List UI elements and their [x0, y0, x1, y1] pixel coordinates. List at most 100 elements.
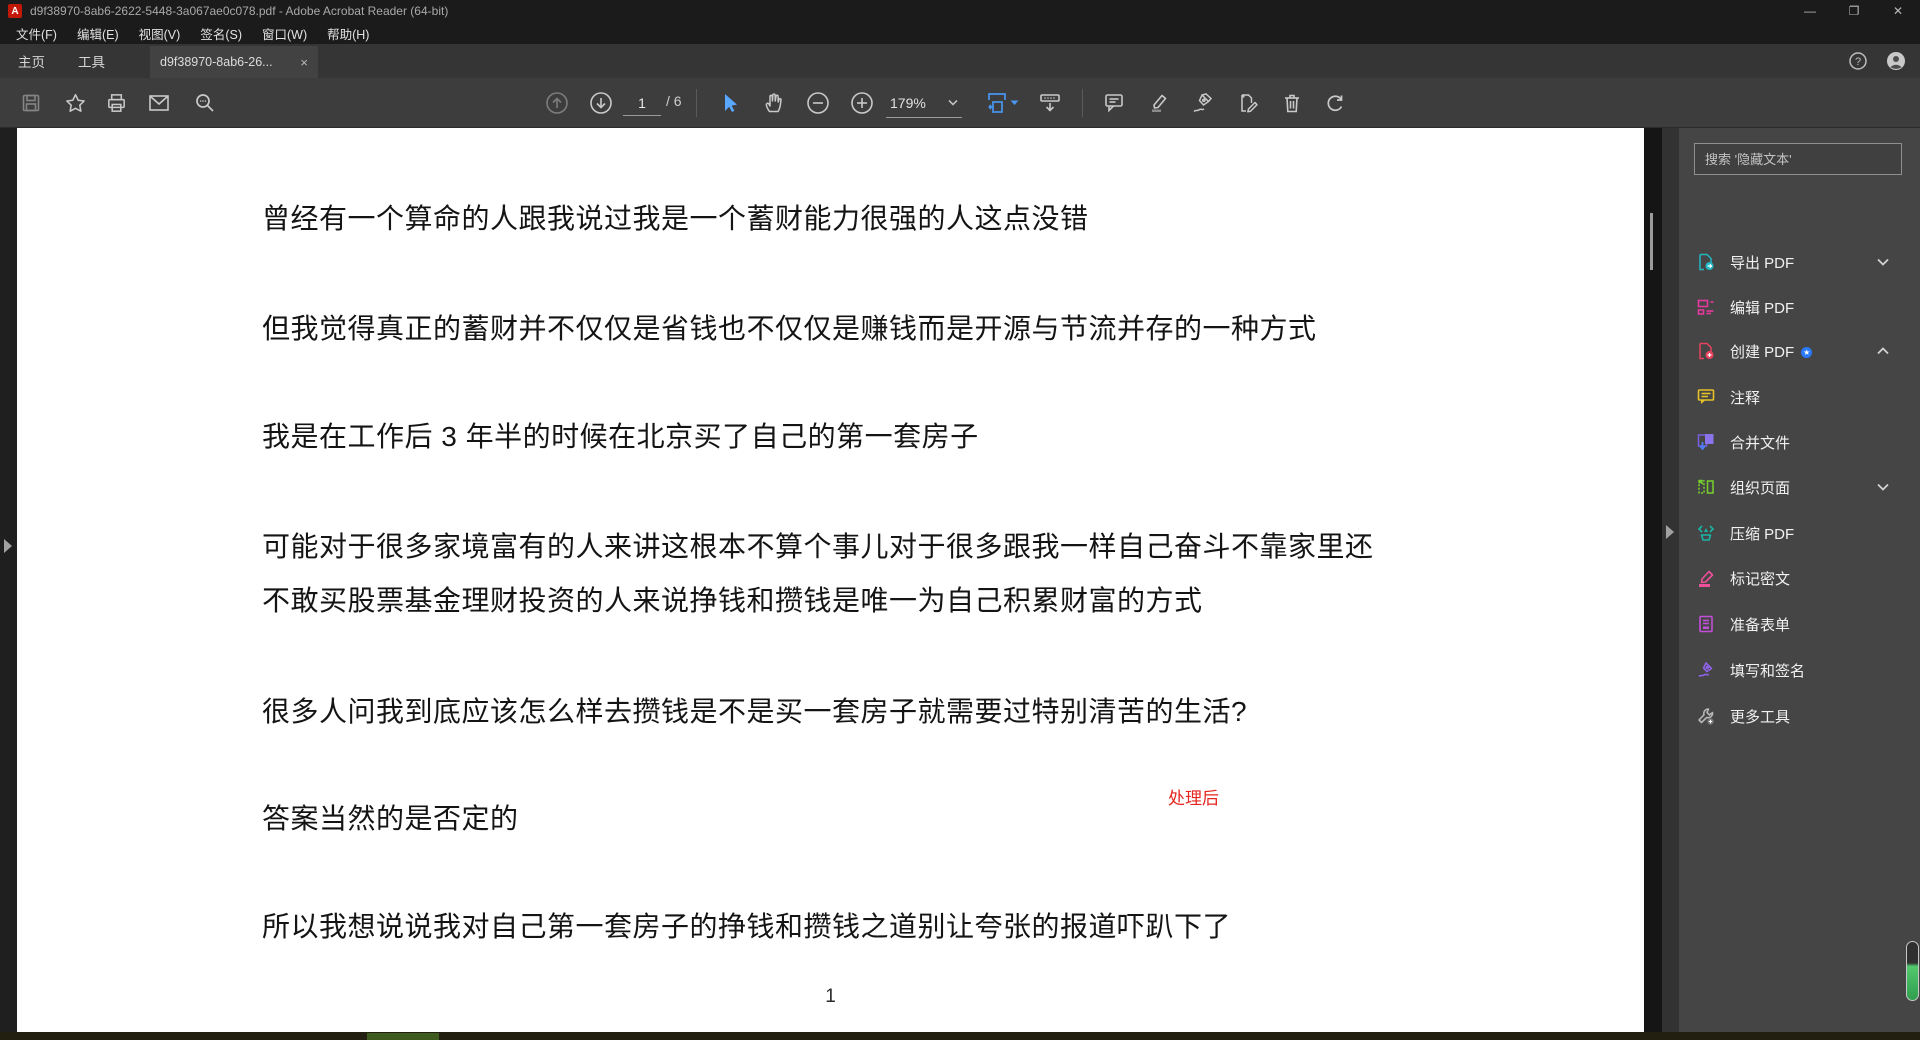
tools-sidebar: 导出 PDF 编辑 PDF 创建 PDF★ 注释 合并文件 组织页面	[1679, 128, 1920, 1032]
signature-pen-icon	[1190, 91, 1215, 116]
save-button[interactable]	[14, 86, 48, 120]
reading-mode-icon	[1037, 90, 1063, 116]
sidebar-item-label: 合并文件	[1730, 434, 1791, 452]
highlight-button[interactable]	[1141, 86, 1175, 120]
hand-icon	[762, 91, 786, 115]
page-down-icon	[588, 90, 614, 116]
sidebar-item-organize-pages[interactable]: 组织页面	[1679, 465, 1920, 509]
next-page-button[interactable]	[584, 86, 618, 120]
select-tool-button[interactable]	[712, 86, 746, 120]
document-line: 我是在工作后 3 年半的时候在北京买了自己的第一套房子	[262, 421, 979, 452]
bottom-edge-strip	[0, 1032, 1920, 1040]
document-line: 不敢买股票基金理财投资的人来说挣钱和攒钱是唯一为自己积累财富的方式	[262, 585, 1203, 616]
fit-width-caret-icon[interactable]	[1010, 100, 1019, 106]
new-feature-badge: ★	[1801, 347, 1813, 359]
menu-edit[interactable]: 编辑(E)	[67, 22, 129, 45]
sidebar-item-label: 注释	[1730, 389, 1761, 407]
page-number-input[interactable]	[623, 90, 661, 116]
title-bar: A d9f38970-8ab6-2622-5448-3a067ae0c078.p…	[0, 0, 1920, 22]
chevron-down-icon	[1876, 257, 1890, 267]
sidebar-item-compress-pdf[interactable]: 压缩 PDF	[1679, 511, 1920, 555]
expand-left-panel-arrow[interactable]	[4, 539, 12, 553]
fill-sign-button[interactable]	[1229, 86, 1263, 120]
menu-sign[interactable]: 签名(S)	[190, 22, 252, 45]
page-number-label: 1	[825, 986, 836, 1007]
sidebar-item-label: 更多工具	[1730, 708, 1791, 726]
tab-tools[interactable]: 工具	[66, 44, 117, 78]
menu-view[interactable]: 视图(V)	[129, 22, 191, 45]
panel-toggle-strip	[1662, 128, 1679, 1032]
printer-icon	[105, 92, 128, 115]
delete-pages-button[interactable]	[1275, 86, 1309, 120]
tools-search-input[interactable]	[1694, 143, 1902, 175]
page-total-label: / 6	[666, 93, 682, 109]
zoom-in-button[interactable]	[845, 86, 879, 120]
sidebar-item-combine-files[interactable]: 合并文件	[1679, 420, 1920, 464]
email-button[interactable]	[142, 86, 176, 120]
zoom-out-button[interactable]	[801, 86, 835, 120]
menu-window[interactable]: 窗口(W)	[252, 22, 317, 45]
sidebar-item-label: 标记密文	[1730, 570, 1791, 588]
tab-bar: 主页 工具 d9f38970-8ab6-26... × ?	[0, 44, 1920, 78]
menu-help[interactable]: 帮助(H)	[317, 22, 379, 45]
acrobat-window: A d9f38970-8ab6-2622-5448-3a067ae0c078.p…	[0, 0, 1920, 1040]
sidebar-item-prepare-form[interactable]: 准备表单	[1679, 602, 1920, 646]
red-annotation-text: 处理后	[1168, 789, 1219, 808]
main-toolbar: / 6 179%	[0, 78, 1920, 128]
scrollbar-thumb[interactable]	[1650, 213, 1653, 270]
sidebar-item-label: 组织页面	[1730, 479, 1791, 497]
find-button[interactable]	[188, 86, 222, 120]
hand-tool-button[interactable]	[757, 86, 791, 120]
sidebar-item-edit-pdf[interactable]: 编辑 PDF	[1679, 285, 1920, 329]
page-up-icon	[544, 90, 570, 116]
green-indicator-pill	[1906, 941, 1919, 1001]
fit-width-icon	[984, 90, 1010, 116]
envelope-icon	[147, 91, 171, 115]
redact-marker-icon	[1696, 568, 1716, 588]
sidebar-item-export-pdf[interactable]: 导出 PDF	[1679, 240, 1920, 284]
previous-page-button[interactable]	[540, 86, 574, 120]
favorite-button[interactable]	[58, 86, 92, 120]
sidebar-item-label: 压缩 PDF	[1730, 525, 1795, 543]
comment-note-icon	[1696, 387, 1716, 407]
reading-mode-button[interactable]	[1033, 86, 1067, 120]
document-line: 所以我想说说我对自己第一套房子的挣钱和攒钱之道别让夸张的报道吓趴下了	[262, 911, 1232, 942]
help-icon[interactable]: ?	[1848, 51, 1868, 71]
sidebar-item-redact[interactable]: 标记密文	[1679, 556, 1920, 600]
sidebar-item-label: 创建 PDF ★	[1730, 343, 1813, 361]
sidebar-item-fill-sign[interactable]: 填写和签名	[1679, 648, 1920, 692]
zoom-level-value: 179%	[890, 94, 926, 111]
comment-button[interactable]	[1097, 86, 1131, 120]
zoom-level-dropdown[interactable]: 179%	[886, 88, 962, 118]
document-tab-label: d9f38970-8ab6-26...	[160, 55, 273, 69]
toolbar-divider	[696, 89, 697, 117]
minimize-button[interactable]: —	[1788, 0, 1832, 22]
fit-width-button[interactable]	[980, 86, 1014, 120]
profile-avatar-icon[interactable]	[1886, 51, 1906, 71]
page-pencil-icon	[1234, 91, 1259, 116]
window-title: d9f38970-8ab6-2622-5448-3a067ae0c078.pdf…	[30, 4, 449, 18]
rotate-button[interactable]	[1318, 86, 1352, 120]
sidebar-item-comment[interactable]: 注释	[1679, 375, 1920, 419]
tab-home[interactable]: 主页	[6, 44, 57, 78]
print-button[interactable]	[99, 86, 133, 120]
menu-file[interactable]: 文件(F)	[6, 22, 67, 45]
collapse-right-panel-arrow[interactable]	[1666, 525, 1674, 539]
document-scrollbar[interactable]	[1644, 128, 1662, 1032]
edit-pdf-icon	[1696, 297, 1716, 317]
sidebar-item-more-tools[interactable]: 更多工具	[1679, 694, 1920, 738]
document-line: 但我觉得真正的蓄财并不仅仅是省钱也不仅仅是赚钱而是开源与节流并存的一种方式	[262, 313, 1317, 344]
chevron-down-icon	[948, 99, 958, 106]
sidebar-toolbar-strip	[1679, 78, 1920, 128]
create-pdf-icon	[1696, 341, 1716, 361]
sidebar-item-create-pdf[interactable]: 创建 PDF ★	[1679, 329, 1920, 373]
sign-button[interactable]	[1185, 86, 1219, 120]
tab-document[interactable]: d9f38970-8ab6-26... ×	[150, 46, 318, 78]
close-button[interactable]: ✕	[1876, 0, 1920, 22]
restore-button[interactable]: ❐	[1832, 0, 1876, 22]
bottom-green-segment	[367, 1033, 439, 1040]
tab-close-icon[interactable]: ×	[300, 55, 308, 70]
document-line: 答案当然的是否定的	[262, 803, 519, 834]
chevron-down-icon	[1876, 482, 1890, 492]
pointer-icon	[717, 91, 741, 115]
